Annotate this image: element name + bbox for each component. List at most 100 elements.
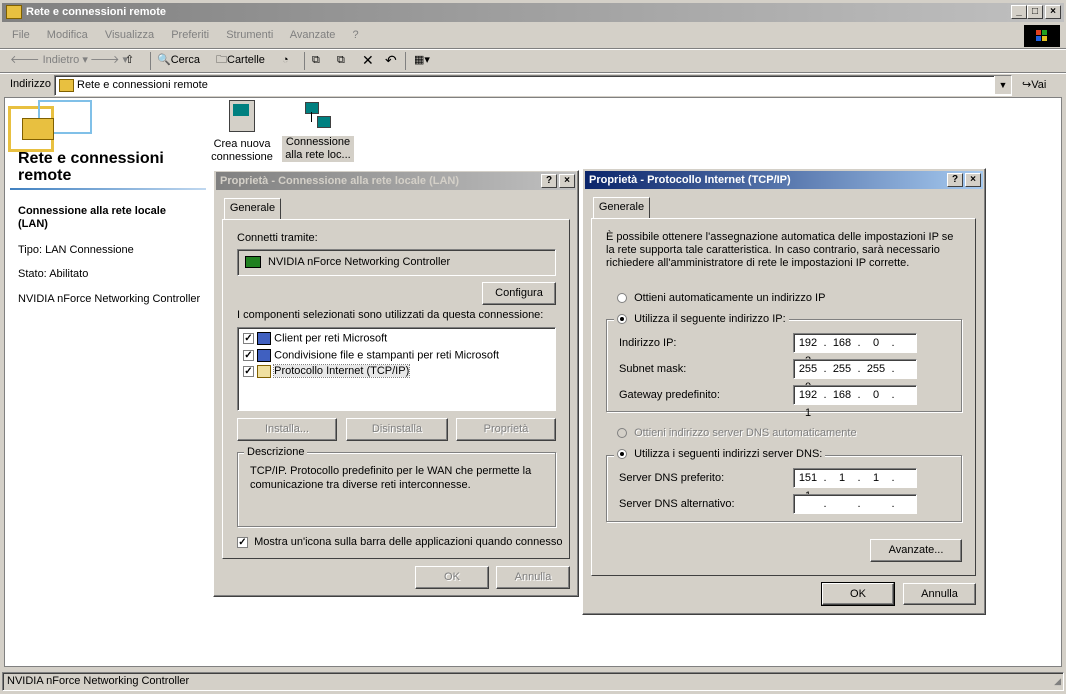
maximize-button[interactable]: □ xyxy=(1027,5,1043,19)
lan-close-button[interactable]: × xyxy=(559,174,575,188)
properties-button[interactable]: Proprietà xyxy=(456,418,556,441)
menu-favorites[interactable]: Preferiti xyxy=(171,29,209,41)
forward-arrow-icon: 🡒 xyxy=(90,54,120,66)
tcpip-tab-general[interactable]: Generale xyxy=(593,197,650,219)
menu-tools[interactable]: Strumenti xyxy=(226,29,273,41)
menu-advanced[interactable]: Avanzate xyxy=(290,29,336,41)
tcpip-help-button[interactable]: ? xyxy=(947,173,963,187)
auto-ip-option[interactable]: Ottieni automaticamente un indirizzo IP xyxy=(617,292,825,304)
component-checkbox[interactable]: ✓ xyxy=(243,350,254,361)
gw-octet: 1 xyxy=(804,407,812,419)
manual-dns-label: Utilizza i seguenti indirizzi server DNS… xyxy=(634,448,823,460)
copy-to-icon: ⧉ xyxy=(337,54,345,66)
tcpip-cancel-label: Annulla xyxy=(921,588,958,600)
views-button[interactable]: ▦▾ xyxy=(414,49,430,71)
component-label: Condivisione file e stampanti per reti M… xyxy=(274,349,500,362)
advanced-button[interactable]: Avanzate... xyxy=(870,539,962,562)
component-checkbox[interactable]: ✓ xyxy=(243,366,254,377)
components-label: I componenti selezionati sono utilizzati… xyxy=(237,309,544,321)
show-icon-option[interactable]: ✓ Mostra un'icona sulla barra delle appl… xyxy=(237,536,563,548)
tcpip-cancel-button[interactable]: Annulla xyxy=(903,583,976,605)
list-item[interactable]: ✓ Protocollo Internet (TCP/IP) xyxy=(243,364,411,379)
tcpip-ok-button[interactable]: OK xyxy=(821,582,895,606)
folders-button[interactable]: 🗀Cartelle xyxy=(216,49,265,71)
views-icon: ▦ xyxy=(414,54,425,66)
undo-button[interactable]: ↶ xyxy=(385,49,397,71)
ip-octet: 168 xyxy=(832,337,852,349)
lan-connection-icon xyxy=(303,100,333,130)
description-text: TCP/IP. Protocollo predefinito per le WA… xyxy=(250,465,532,491)
up-folder-button[interactable]: ⇧ xyxy=(125,49,134,71)
gw-octet: 0 xyxy=(872,389,880,401)
close-button[interactable]: × xyxy=(1045,5,1061,19)
up-folder-icon: ⇧ xyxy=(125,54,135,66)
menu-edit[interactable]: Modifica xyxy=(47,29,88,41)
move-to-button[interactable]: ⧉ xyxy=(312,49,320,71)
component-checkbox[interactable]: ✓ xyxy=(243,333,254,344)
network-folder-icon xyxy=(6,5,22,20)
auto-ip-label: Ottieni automaticamente un indirizzo IP xyxy=(634,292,826,304)
ip-octet: 192 xyxy=(798,337,818,349)
menu-help[interactable]: ? xyxy=(352,29,358,41)
uninstall-label: Disinstalla xyxy=(371,423,423,435)
menu-view[interactable]: Visualizza xyxy=(105,29,154,41)
dns1-octet: 1 xyxy=(838,472,846,484)
list-item[interactable]: ✓ Condivisione file e stampanti per reti… xyxy=(243,349,499,362)
tcpip-tab-label: Generale xyxy=(598,201,645,213)
address-label: Indirizzo xyxy=(10,78,51,90)
description-title: Descrizione xyxy=(244,446,308,458)
auto-dns-label: Ottieni indirizzo server DNS automaticam… xyxy=(634,427,857,439)
advanced-label: Avanzate... xyxy=(888,544,944,556)
address-input[interactable]: Rete e connessioni remote ▼ xyxy=(54,75,1012,96)
lan-help-button[interactable]: ? xyxy=(541,174,557,188)
auto-dns-option[interactable]: Ottieni indirizzo server DNS automaticam… xyxy=(617,427,857,439)
resize-grip-icon[interactable]: ◢ xyxy=(1054,673,1061,689)
history-button[interactable]: ◔ xyxy=(282,49,289,71)
mask-octet: 255 xyxy=(798,363,818,375)
network-adapter-icon xyxy=(245,256,261,268)
menu-file[interactable]: File xyxy=(12,29,30,41)
lan-cancel-button[interactable]: Annulla xyxy=(496,566,570,589)
manual-ip-radio[interactable] xyxy=(617,314,627,325)
new-connection-item[interactable]: Crea nuova connessione xyxy=(210,100,274,164)
dns1-octet: 1 xyxy=(872,472,880,484)
manual-ip-option[interactable]: Utilizza il seguente indirizzo IP: xyxy=(614,313,789,325)
show-icon-checkbox[interactable]: ✓ xyxy=(237,536,248,548)
lan-ok-button[interactable]: OK xyxy=(415,566,489,589)
go-arrow-icon: ↪ xyxy=(1022,79,1032,91)
adapter-name: NVIDIA nForce Networking Controller xyxy=(268,256,451,268)
delete-button[interactable]: ✕ xyxy=(362,49,374,71)
components-list[interactable]: ✓ Client per reti Microsoft ✓ Condivisio… xyxy=(237,327,556,411)
ip-octet: 0 xyxy=(872,337,880,349)
tcpip-close-button[interactable]: × xyxy=(965,173,981,187)
go-label: Vai xyxy=(1031,79,1047,91)
address-dropdown-button[interactable]: ▼ xyxy=(994,76,1011,94)
back-button[interactable]: 🡐 Indietro ▾ xyxy=(10,49,88,71)
minimize-button[interactable]: _ xyxy=(1011,5,1027,19)
auto-ip-radio[interactable] xyxy=(617,293,627,304)
manual-dns-radio[interactable] xyxy=(617,449,627,460)
configure-button[interactable]: Configura xyxy=(482,282,556,305)
search-label: Cerca xyxy=(170,54,201,66)
ip-address-input[interactable]: 192.168.0.2 xyxy=(793,333,917,367)
ip-address-label: Indirizzo IP: xyxy=(619,337,677,349)
auto-dns-radio[interactable] xyxy=(617,428,627,439)
uninstall-button[interactable]: Disinstalla xyxy=(346,418,448,441)
search-button[interactable]: 🔍Cerca xyxy=(157,49,200,71)
subnet-mask-input[interactable]: 255.255.255.0 xyxy=(793,359,917,393)
subnet-mask-label: Subnet mask: xyxy=(619,363,687,375)
history-icon: ◔ xyxy=(282,54,289,66)
alternate-dns-input[interactable]: ... xyxy=(793,494,917,514)
manual-dns-option[interactable]: Utilizza i seguenti indirizzi server DNS… xyxy=(614,448,826,460)
lan-tab-general[interactable]: Generale xyxy=(224,198,281,220)
forward-button[interactable]: 🡒 ▾ xyxy=(90,49,128,71)
preferred-dns-input[interactable]: 151.1.1.1 xyxy=(793,468,917,502)
copy-to-button[interactable]: ⧉ xyxy=(337,49,345,71)
new-connection-icon xyxy=(229,100,255,132)
lan-connection-item[interactable]: Connessione alla rete loc... xyxy=(282,100,354,162)
go-button[interactable]: ↪Vai xyxy=(1022,74,1046,96)
selected-item-type: Tipo: LAN Connessione xyxy=(18,244,134,256)
list-item[interactable]: ✓ Client per reti Microsoft xyxy=(243,332,387,345)
install-button[interactable]: Installa... xyxy=(237,418,337,441)
gateway-input[interactable]: 192. 168. 0.1 xyxy=(793,385,917,419)
